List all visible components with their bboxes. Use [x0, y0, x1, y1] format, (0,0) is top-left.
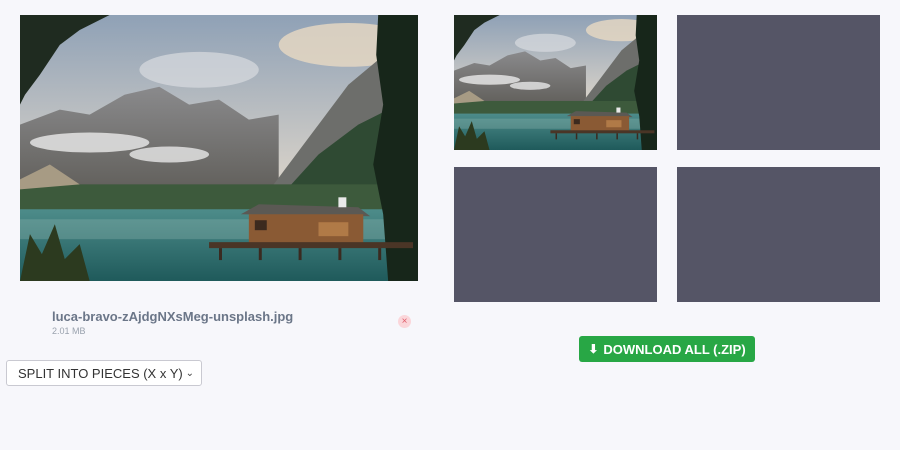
download-all-label: DOWNLOAD ALL (.ZIP) — [603, 341, 746, 357]
image-piece-bottom-right — [677, 167, 880, 302]
image-piece-bottom-left — [454, 167, 657, 302]
remove-file-button[interactable]: × — [398, 315, 411, 328]
image-piece-top-left — [454, 15, 657, 150]
original-image — [20, 15, 418, 281]
image-piece-top-right — [677, 15, 880, 150]
file-size: 2.01 MB — [52, 326, 86, 336]
download-icon: ⬇ — [588, 342, 599, 356]
close-icon: × — [401, 316, 408, 327]
file-name: luca-bravo-zAjdgNXsMeg-unsplash.jpg — [52, 309, 294, 324]
chevron-down-icon: ⌄ — [185, 367, 194, 379]
split-mode-select[interactable]: SPLIT INTO PIECES (X x Y) ⌄ — [6, 360, 202, 386]
download-all-button[interactable]: ⬇ DOWNLOAD ALL (.ZIP) — [579, 336, 755, 362]
split-mode-value: SPLIT INTO PIECES (X x Y) — [18, 365, 183, 381]
